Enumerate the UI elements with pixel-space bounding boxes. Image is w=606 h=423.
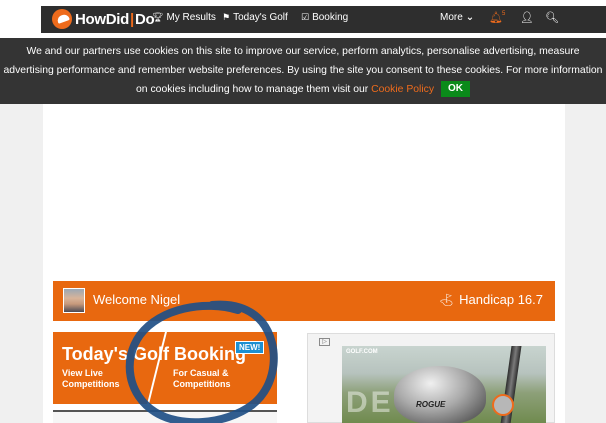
nav-todays-golf[interactable]: ⚑ Today's Golf <box>222 12 288 23</box>
booking-subtitle-1: For Casual & <box>173 368 229 378</box>
chevron-down-icon: ⌄ <box>465 12 475 23</box>
welcome-bar: Welcome Nigel ⛳︎ Handicap 16.7 <box>53 281 555 321</box>
user-account-button[interactable]: 👤︎ <box>520 11 534 24</box>
nav-booking-label: Booking <box>312 12 349 23</box>
search-button[interactable]: 🔍︎ <box>545 11 559 24</box>
notifications-button[interactable]: 🔔︎5 <box>489 11 505 24</box>
trophy-icon: 🏆︎ <box>152 12 164 22</box>
club-label: ROGUE <box>416 400 446 409</box>
site-logo[interactable]: HowDid|Do <box>52 8 155 30</box>
todays-golf-title: Today's Golf <box>62 344 169 364</box>
bell-icon: 🔔︎ <box>489 12 503 24</box>
tile-divider <box>147 332 167 404</box>
golfer-icon: ⛳︎ <box>438 292 455 307</box>
new-badge: NEW! <box>235 341 265 354</box>
club-hosel <box>492 394 514 416</box>
logo-text: HowDid|Do <box>75 10 155 28</box>
notification-count: 5 <box>501 11 506 17</box>
cookie-text: We and our partners use cookies on this … <box>3 46 603 95</box>
trophy-icon: 🏆︎ <box>276 334 289 345</box>
nav-my-results[interactable]: 🏆︎ My Results <box>152 12 216 23</box>
booking-subtitle-2: Competitions <box>173 379 231 389</box>
todays-golf-subtitle-1: View Live <box>62 368 103 378</box>
handicap-label: Handicap 16.7 <box>459 292 543 307</box>
avatar[interactable] <box>63 288 85 313</box>
flag-icon: ⚑ <box>222 12 231 22</box>
nav-more[interactable]: More ⌄ <box>440 12 474 23</box>
nav-booking[interactable]: ☑ Booking <box>301 12 348 23</box>
search-icon: 🔍︎ <box>545 12 559 24</box>
cookie-banner: We and our partners use cookies on this … <box>0 38 606 104</box>
user-icon: 👤︎ <box>520 12 534 24</box>
golf-club-image: ROGUE <box>394 366 486 423</box>
welcome-text: Welcome Nigel <box>93 292 181 307</box>
ad-choices-icon[interactable]: ▷ <box>319 338 330 346</box>
nav-my-results-label: My Results <box>166 12 216 23</box>
cookie-ok-button[interactable]: OK <box>440 81 470 98</box>
ad-brand: GOLF.COM <box>346 349 378 355</box>
quick-tiles: Today's Golf View Live Competitions Book… <box>53 332 289 404</box>
nav-todays-golf-label: Today's Golf <box>233 12 288 23</box>
ad-image[interactable]: GOLF.COM DE TM ROGUE <box>342 346 546 423</box>
advertisement[interactable]: ▷ GOLF.COM DE TM ROGUE <box>307 333 555 423</box>
calendar-check-icon: ☑ <box>301 12 310 22</box>
top-navigation: HowDid|Do 🏆︎ My Results ⚑ Today's Golf ☑… <box>0 0 606 38</box>
tiles-footer <box>53 410 277 423</box>
cookie-policy-link[interactable]: Cookie Policy <box>371 84 434 95</box>
handicap-link[interactable]: ⛳︎ Handicap 16.7 <box>439 292 543 307</box>
nav-more-label: More <box>440 12 463 23</box>
logo-golfer-icon <box>52 9 72 29</box>
todays-golf-subtitle-2: Competitions <box>62 379 120 389</box>
